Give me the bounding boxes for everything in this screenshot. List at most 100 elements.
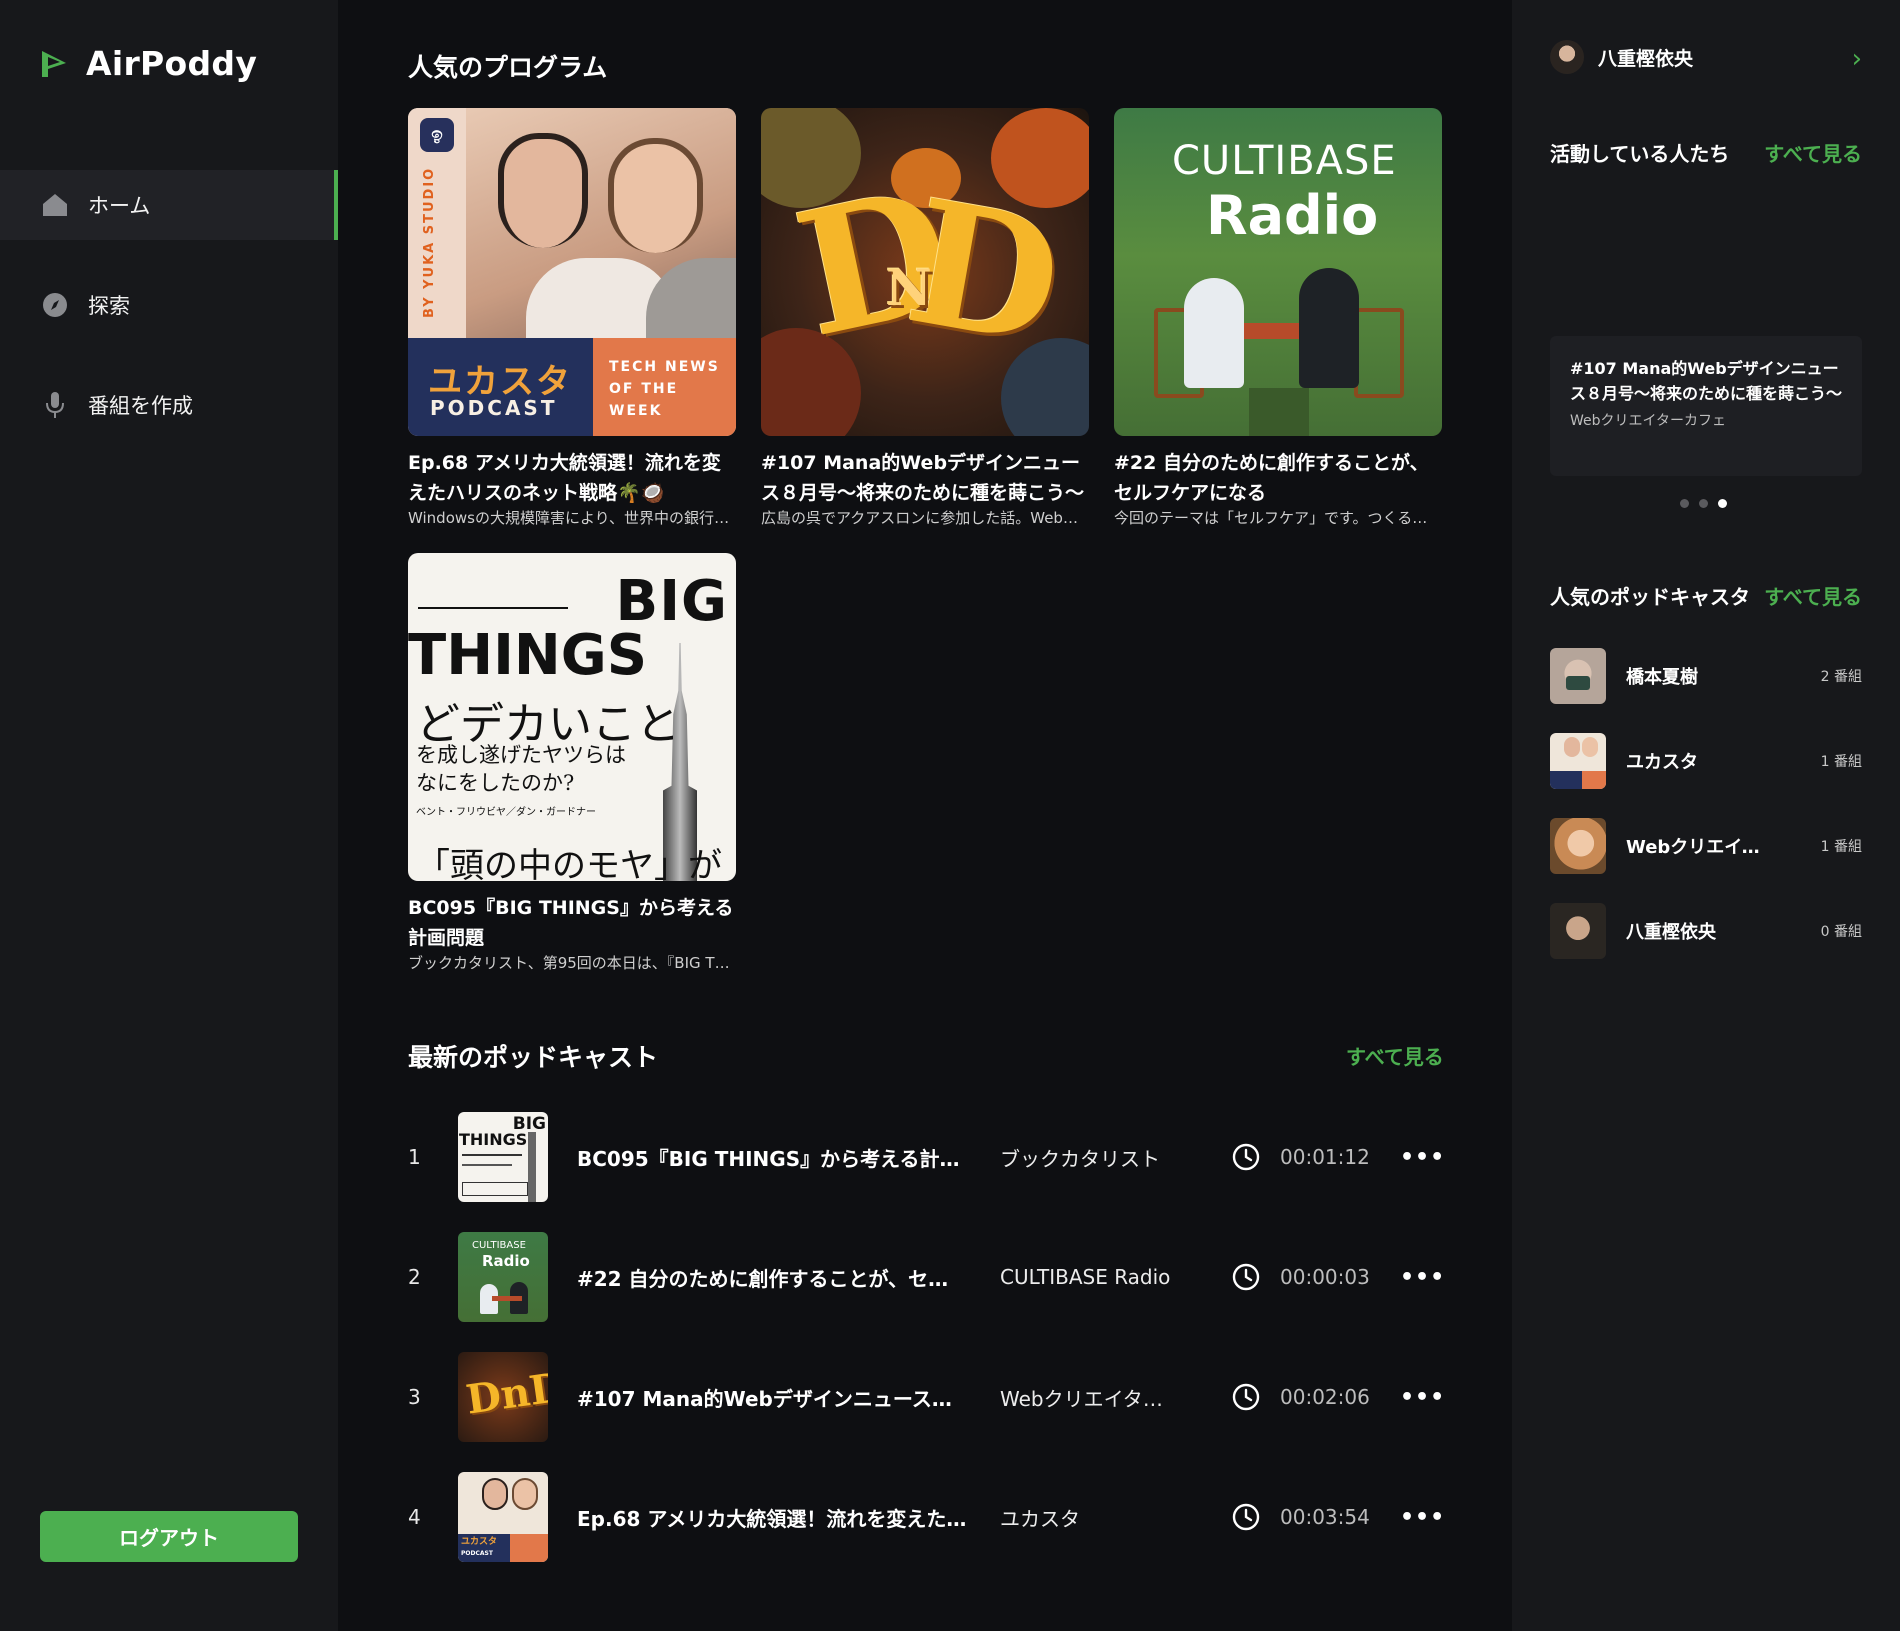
episode-title: #22 自分のために創作することが、セルフケアになる <box>577 1266 967 1291</box>
podcaster-name: ユカスタ <box>1626 752 1698 773</box>
more-options-icon[interactable]: ••• <box>1400 1145 1444 1170</box>
cover-face <box>498 133 588 248</box>
airpoddy-logo-icon <box>38 47 72 81</box>
carousel-dot[interactable] <box>1699 499 1708 508</box>
episode-thumbnail: ユカスタ PODCAST <box>458 1472 548 1562</box>
cover-side-text: BY YUKA STUDIO <box>422 166 437 318</box>
podcaster-item[interactable]: ユカスタ 1 番組 <box>1550 733 1862 789</box>
user-profile[interactable]: 八重樫依央 <box>1550 40 1693 74</box>
user-name: 八重樫依央 <box>1598 47 1694 70</box>
episode-row[interactable]: 1 BIG THINGS BC095『BIG THINGS』から考える計画問題 … <box>338 1112 1444 1202</box>
episode-artist[interactable]: Webクリエイターカフェ <box>1000 1383 1182 1412</box>
clock-icon <box>1232 1263 1260 1291</box>
compass-icon <box>42 292 68 318</box>
podcaster-program-count: 2 番組 <box>1820 669 1862 685</box>
episode-number: 2 <box>408 1265 421 1289</box>
carousel-dot-active[interactable] <box>1718 499 1727 508</box>
podcaster-item[interactable]: Webクリエイターカフェ 1 番組 <box>1550 818 1862 874</box>
cover-subtitle: Radio <box>1206 184 1379 247</box>
podcaster-item[interactable]: 八重樫依央 0 番組 <box>1550 903 1862 959</box>
clock-icon <box>1232 1383 1260 1411</box>
more-options-icon[interactable]: ••• <box>1400 1265 1444 1290</box>
podcaster-name: 八重樫依央 <box>1626 922 1716 943</box>
active-people-see-all-link[interactable]: すべて見る <box>1764 138 1862 167</box>
program-card[interactable]: BY YUKA STUDIO ඉ ユカスタ PODCAST TECH NEWS … <box>408 108 736 528</box>
cover-sub: PODCAST <box>430 396 558 420</box>
chevron-right-icon[interactable]: › <box>1852 44 1862 74</box>
avatar <box>1550 733 1606 789</box>
clock-icon <box>1232 1143 1260 1171</box>
popular-programs-title: 人気のプログラム <box>408 53 608 82</box>
program-title: #107 Mana的Webデザインニュース８月号〜将来のために種を蒔こう〜 <box>761 452 1085 504</box>
episode-duration: 00:03:54 <box>1280 1505 1370 1529</box>
podcaster-name: Webクリエイターカフェ <box>1626 837 1766 858</box>
activity-title: #107 Mana的Webデザインニュース８月号〜将来のために種を蒔こう〜 <box>1570 359 1843 403</box>
program-description: ブックカタリスト、第95回の本日は、『BIG THINGS』 <box>408 954 736 972</box>
sidebar-item-label: 探索 <box>88 294 130 318</box>
program-title: #22 自分のために創作することが、セルフケアになる <box>1114 452 1429 504</box>
sidebar-item-create-program[interactable]: 番組を作成 <box>0 370 338 440</box>
cover-illustration <box>418 559 568 609</box>
episode-number: 4 <box>408 1505 421 1529</box>
right-panel: 八重樫依央 › 活動している人たち すべて見る #107 Mana的Webデザイ… <box>1512 0 1900 1631</box>
episode-title: BC095『BIG THINGS』から考える計画問題 <box>577 1146 967 1171</box>
more-options-icon[interactable]: ••• <box>1400 1385 1444 1410</box>
cover-subtitle: を成し遂げたヤツらは なにをしたのか? <box>416 743 626 795</box>
microphone-icon <box>42 392 68 418</box>
episode-title: Ep.68 アメリカ大統領選！流れを変えたハリスのネット戦略 <box>577 1506 967 1531</box>
logout-button[interactable]: ログアウト <box>40 1511 298 1562</box>
sidebar-item-label: 番組を作成 <box>88 394 193 418</box>
episode-duration: 00:00:03 <box>1280 1265 1370 1289</box>
program-cover: BY YUKA STUDIO ඉ ユカスタ PODCAST TECH NEWS … <box>408 108 736 436</box>
episode-row[interactable]: 3 DnD #107 Mana的Webデザインニュース８月号〜将来のために種を蒔… <box>338 1352 1444 1442</box>
podcaster-name: 橋本夏樹 <box>1626 667 1698 688</box>
cover-tag-block: TECH NEWS OF THE WEEK <box>593 338 736 436</box>
sidebar-item-explore[interactable]: 探索 <box>0 270 338 340</box>
program-description: 今回のテーマは「セルフケア」です。つくるセルフケア <box>1114 509 1442 527</box>
program-cover: D D N <box>761 108 1089 436</box>
episode-title: #107 Mana的Webデザインニュース８月号〜将来のために種を蒔こう〜 <box>577 1386 967 1411</box>
episode-number: 1 <box>408 1145 421 1169</box>
carousel-indicator <box>1680 499 1727 508</box>
sidebar-item-home[interactable]: ホーム <box>0 170 338 240</box>
home-icon <box>42 192 68 218</box>
program-cover: BIG THINGS どデカいこと を成し遂げたヤツらは なにをしたのか? ベン… <box>408 553 736 881</box>
program-card[interactable]: BIG THINGS どデカいこと を成し遂げたヤツらは なにをしたのか? ベン… <box>408 553 736 973</box>
podcaster-program-count: 1 番組 <box>1820 839 1862 855</box>
cover-title: CULTIBASE <box>1172 138 1397 184</box>
more-options-icon[interactable]: ••• <box>1400 1505 1444 1530</box>
carousel-dot[interactable] <box>1680 499 1689 508</box>
podcaster-program-count: 0 番組 <box>1820 924 1862 940</box>
episode-row[interactable]: 4 ユカスタ PODCAST Ep.68 アメリカ大統領選！流れを変えたハリスの… <box>338 1472 1444 1562</box>
episode-row[interactable]: 2 CULTIBASE Radio #22 自分のために創作することが、セルフケ… <box>338 1232 1444 1322</box>
popular-podcasters-see-all-link[interactable]: すべて見る <box>1764 581 1862 610</box>
avatar <box>1550 40 1584 74</box>
latest-see-all-link[interactable]: すべて見る <box>1346 1041 1444 1070</box>
active-people-title: 活動している人たち <box>1550 142 1730 166</box>
clock-icon <box>1232 1503 1260 1531</box>
avatar <box>1550 648 1606 704</box>
program-description: Windowsの大規模障害により、世界中の銀行や空港などの業務がストップ <box>408 509 736 527</box>
episode-thumbnail: BIG THINGS <box>458 1112 548 1202</box>
app-name: AirPoddy <box>86 44 258 83</box>
latest-podcasts-title: 最新のポッドキャスト <box>408 1043 659 1072</box>
avatar <box>1550 818 1606 874</box>
episode-duration: 00:02:06 <box>1280 1385 1370 1409</box>
sidebar-item-label: ホーム <box>88 194 151 218</box>
episode-thumbnail: DnD <box>458 1352 548 1442</box>
podcaster-item[interactable]: 橋本夏樹 2 番組 <box>1550 648 1862 704</box>
program-card[interactable]: D D N #107 Mana的Webデザインニュース８月号〜将来のために種を蒔… <box>761 108 1089 528</box>
cover-tagline: 「頭の中のモヤ」が <box>416 846 722 881</box>
cover-letter: N <box>886 258 932 317</box>
episode-artist[interactable]: ブックカタリスト <box>1000 1143 1182 1172</box>
episode-thumbnail: CULTIBASE Radio <box>458 1232 548 1322</box>
episode-artist[interactable]: CULTIBASE Radio <box>1000 1265 1182 1289</box>
cover-tag: TECH NEWS OF THE WEEK <box>609 359 720 419</box>
app-logo[interactable]: AirPoddy <box>38 44 257 83</box>
activity-card[interactable]: #107 Mana的Webデザインニュース８月号〜将来のために種を蒔こう〜 We… <box>1550 336 1862 476</box>
episode-artist[interactable]: ユカスタ <box>1000 1503 1182 1532</box>
program-card[interactable]: CULTIBASE Radio #22 自分のために創作することが、セルフケアに… <box>1114 108 1442 528</box>
sidebar-nav: ホーム 探索 番組を作成 <box>0 170 338 470</box>
activity-subtitle: Webクリエイターカフェ <box>1570 413 1726 429</box>
episode-number: 3 <box>408 1385 421 1409</box>
